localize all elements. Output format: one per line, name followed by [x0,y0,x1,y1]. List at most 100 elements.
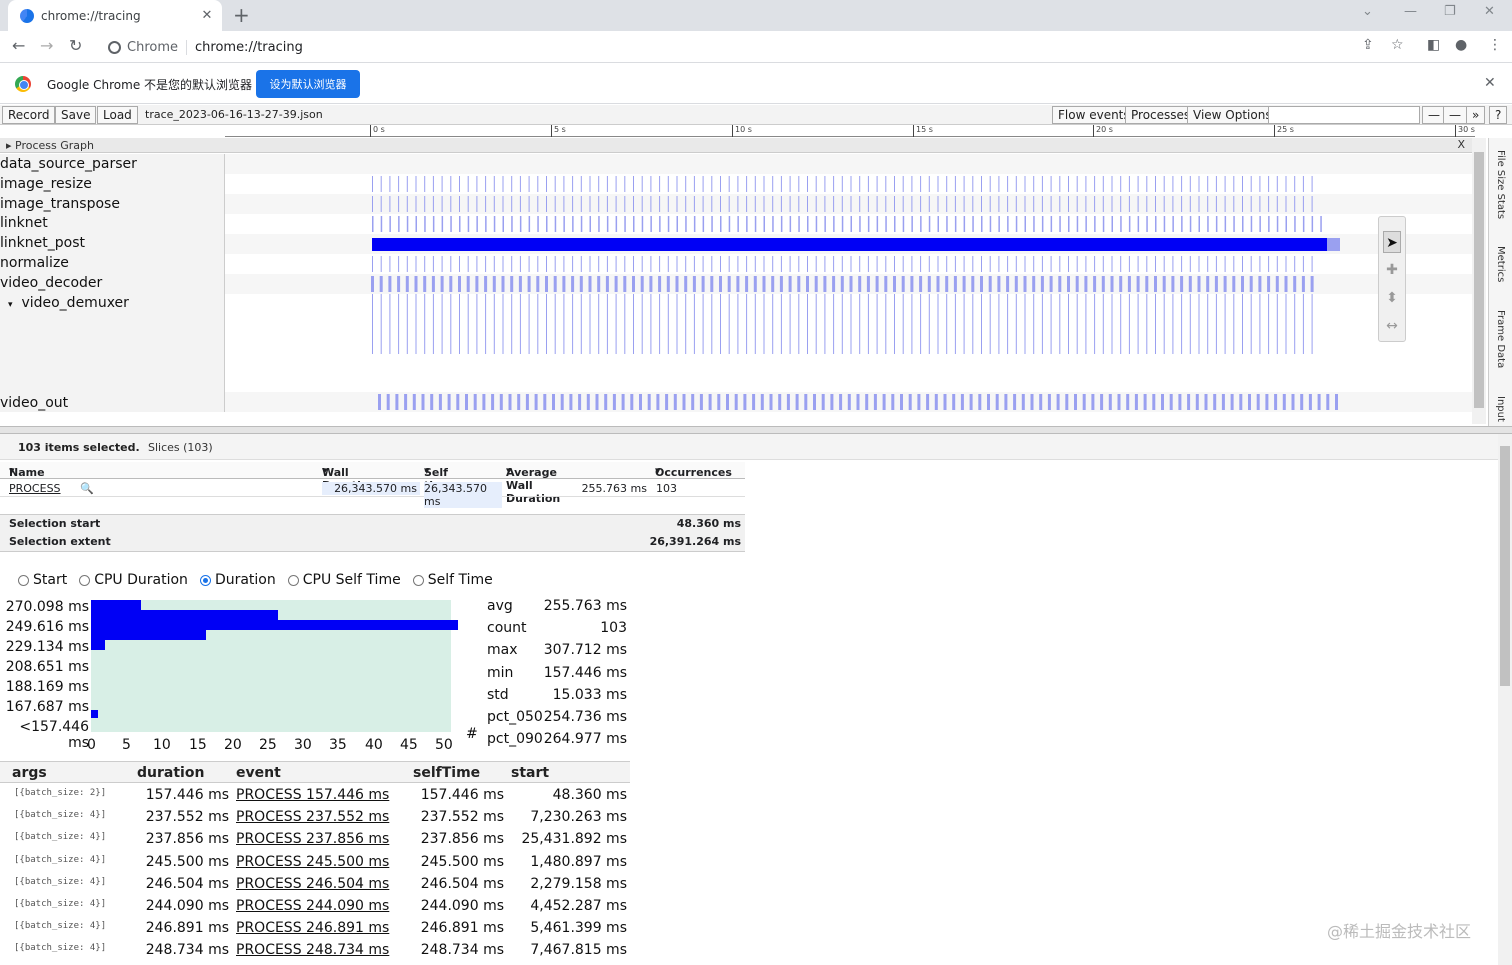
trace-slice[interactable] [1024,216,1027,232]
trace-slice[interactable] [624,216,626,232]
event-link[interactable]: PROCESS 237.552 ms [236,809,389,825]
trace-slice[interactable] [772,196,774,212]
trace-slice[interactable] [920,256,922,272]
minimize-icon[interactable]: — [1404,4,1417,19]
trace-slice[interactable] [1242,216,1244,232]
trace-slice[interactable] [372,256,373,272]
trace-slice[interactable] [901,276,905,292]
trace-slice[interactable] [380,256,382,272]
trace-slice[interactable] [807,196,808,212]
trace-slice[interactable] [1285,216,1288,232]
new-tab-icon[interactable]: + [233,4,250,26]
trace-slice[interactable] [406,256,408,272]
trace-slice[interactable] [406,294,408,354]
trace-slice[interactable] [936,276,940,292]
trace-slice[interactable] [389,196,391,212]
trace-slice[interactable] [998,294,1000,354]
trace-slice[interactable] [972,196,974,212]
radio-duration[interactable]: Duration [199,572,276,588]
trace-slice[interactable] [459,256,460,272]
trace-slice[interactable] [571,276,575,292]
trace-slice[interactable] [1308,394,1312,410]
trace-slice[interactable] [1239,394,1243,410]
trace-slice[interactable] [1198,216,1201,232]
trace-slice[interactable] [1215,256,1217,272]
trace-slice[interactable] [519,196,521,212]
trace-slice[interactable] [754,256,756,272]
trace-slice[interactable] [1317,394,1321,410]
trace-slice[interactable] [789,256,791,272]
trace-slice[interactable] [865,394,869,410]
trace-slice[interactable] [650,216,652,232]
trace-slice[interactable] [954,216,957,232]
trace-slice[interactable] [937,196,939,212]
trace-slice[interactable] [438,394,442,410]
trace-slice[interactable] [615,294,617,354]
trace-slice[interactable] [1033,294,1035,354]
reload-icon[interactable]: ↻ [69,37,82,55]
trace-slice[interactable] [963,176,965,192]
trace-slice[interactable] [1137,294,1139,354]
trace-slice[interactable] [746,196,748,212]
trace-slice[interactable] [485,176,487,192]
trace-slice[interactable] [554,294,556,354]
trace-slice[interactable] [1232,276,1236,292]
processes-button[interactable]: Processes [1125,106,1197,124]
trace-slice[interactable] [1094,256,1096,272]
trace-slice[interactable] [963,216,966,232]
trace-slice[interactable] [902,294,904,354]
trace-slice[interactable] [1215,196,1217,212]
trace-slice[interactable] [537,256,539,272]
trace-slice[interactable] [814,276,818,292]
trace-slice[interactable] [676,176,678,192]
trace-slice[interactable] [711,216,713,232]
trace-slice[interactable] [1311,176,1313,192]
trace-slice[interactable] [908,394,912,410]
trace-slice[interactable] [1162,276,1166,292]
trace-slice[interactable] [528,196,530,212]
trace-slice[interactable] [615,216,618,232]
trace-slice[interactable] [624,176,626,192]
trace-slice[interactable] [415,256,417,272]
trace-slice[interactable] [969,394,973,410]
trace-slice[interactable] [728,294,730,354]
trace-slice[interactable] [415,294,417,354]
trace-slice[interactable] [633,216,635,232]
trace-slice[interactable] [615,196,617,212]
trace-slice[interactable] [1294,294,1296,354]
menu-icon[interactable]: ⋮ [1488,37,1502,53]
trace-slice[interactable] [1065,394,1069,410]
trace-slice[interactable] [1259,216,1261,232]
trace-slice[interactable] [885,256,887,272]
track-row[interactable] [225,234,1472,254]
trace-slice[interactable] [1075,276,1079,292]
trace-slice[interactable] [589,294,591,354]
trace-slice[interactable] [884,276,888,292]
trace-slice[interactable] [1074,394,1077,410]
trace-slice[interactable] [960,394,964,410]
trace-slice[interactable] [1085,256,1087,272]
trace-slice[interactable] [989,216,992,232]
trace-slice[interactable] [1189,256,1191,272]
trace-slice[interactable] [954,256,956,272]
trace-slice[interactable] [519,216,522,232]
trace-slice[interactable] [1181,196,1183,212]
trace-slice[interactable] [859,256,861,272]
trace-slice[interactable] [1242,176,1243,192]
args-row[interactable]: [{batch_size: 4}] 246.891 ms PROCESS 246.8… [0,918,630,940]
trace-slice[interactable] [726,394,729,410]
side-tab-file-size[interactable]: File Size Stats [1495,150,1506,219]
trace-slice[interactable] [1268,256,1270,272]
trace-slice[interactable] [1224,196,1226,212]
col-occ[interactable]: Occurrences ▾ [655,464,732,479]
trace-slice[interactable] [1085,176,1087,192]
trace-slice[interactable] [406,196,408,212]
trace-slice[interactable] [580,216,583,232]
trace-slice[interactable] [502,256,504,272]
trace-slice[interactable] [772,216,774,232]
trace-slice[interactable] [737,176,739,192]
trace-slice[interactable] [1302,196,1304,212]
radio-self-time[interactable]: Self Time [412,572,493,588]
trace-slice[interactable] [1189,216,1192,232]
trace-slice[interactable] [476,256,478,272]
